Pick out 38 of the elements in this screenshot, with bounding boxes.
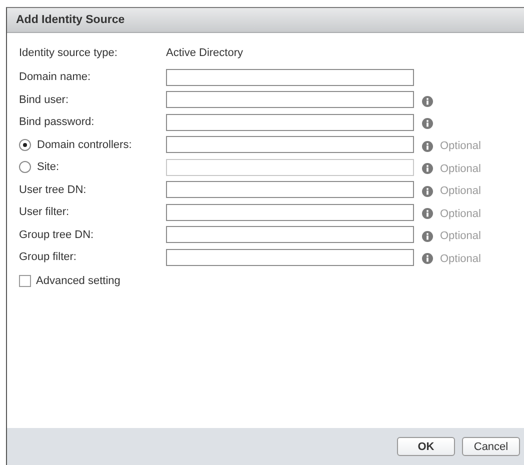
- field-label: Bind user:: [19, 94, 69, 106]
- field-label: Bind password:: [19, 116, 94, 128]
- field-label: User filter:: [19, 206, 70, 218]
- field-label: Domain controllers:: [37, 138, 132, 151]
- input-field[interactable]: [166, 181, 414, 198]
- field-label: User tree DN:: [19, 184, 86, 196]
- field-value: Active Directory: [166, 46, 244, 58]
- field-label: Group filter:: [19, 251, 76, 264]
- input-field[interactable]: [166, 68, 414, 86]
- checkbox-label: Advanced setting: [36, 274, 120, 286]
- info-icon[interactable]: [422, 253, 433, 264]
- radio-button[interactable]: [19, 138, 31, 151]
- optional-hint: Optional: [440, 252, 481, 265]
- ok-button[interactable]: OK: [397, 437, 455, 456]
- field-label: Group tree DN:: [19, 228, 94, 241]
- info-icon[interactable]: [422, 96, 433, 107]
- optional-hint: Optional: [440, 230, 481, 242]
- cancel-button[interactable]: Cancel: [462, 437, 520, 456]
- info-icon[interactable]: [422, 208, 433, 220]
- field-label: Site:: [37, 161, 60, 174]
- optional-hint: Optional: [440, 162, 481, 175]
- field-label: Domain name:: [19, 71, 91, 84]
- input-field[interactable]: [166, 248, 414, 266]
- input-field[interactable]: [166, 226, 414, 244]
- optional-hint: Optional: [440, 140, 481, 152]
- info-icon[interactable]: [422, 186, 433, 197]
- info-icon[interactable]: [422, 118, 433, 130]
- input-field[interactable]: [166, 136, 414, 154]
- info-icon[interactable]: [422, 140, 433, 152]
- info-icon[interactable]: [422, 230, 433, 242]
- checkbox[interactable]: [19, 274, 31, 286]
- input-field[interactable]: [166, 204, 414, 221]
- optional-hint: Optional: [440, 208, 481, 220]
- input-field[interactable]: [166, 114, 414, 131]
- input-field[interactable]: [166, 91, 414, 108]
- field-label: Identity source type:: [19, 46, 118, 58]
- window-title: Add Identity Source: [16, 14, 125, 26]
- optional-hint: Optional: [440, 185, 481, 198]
